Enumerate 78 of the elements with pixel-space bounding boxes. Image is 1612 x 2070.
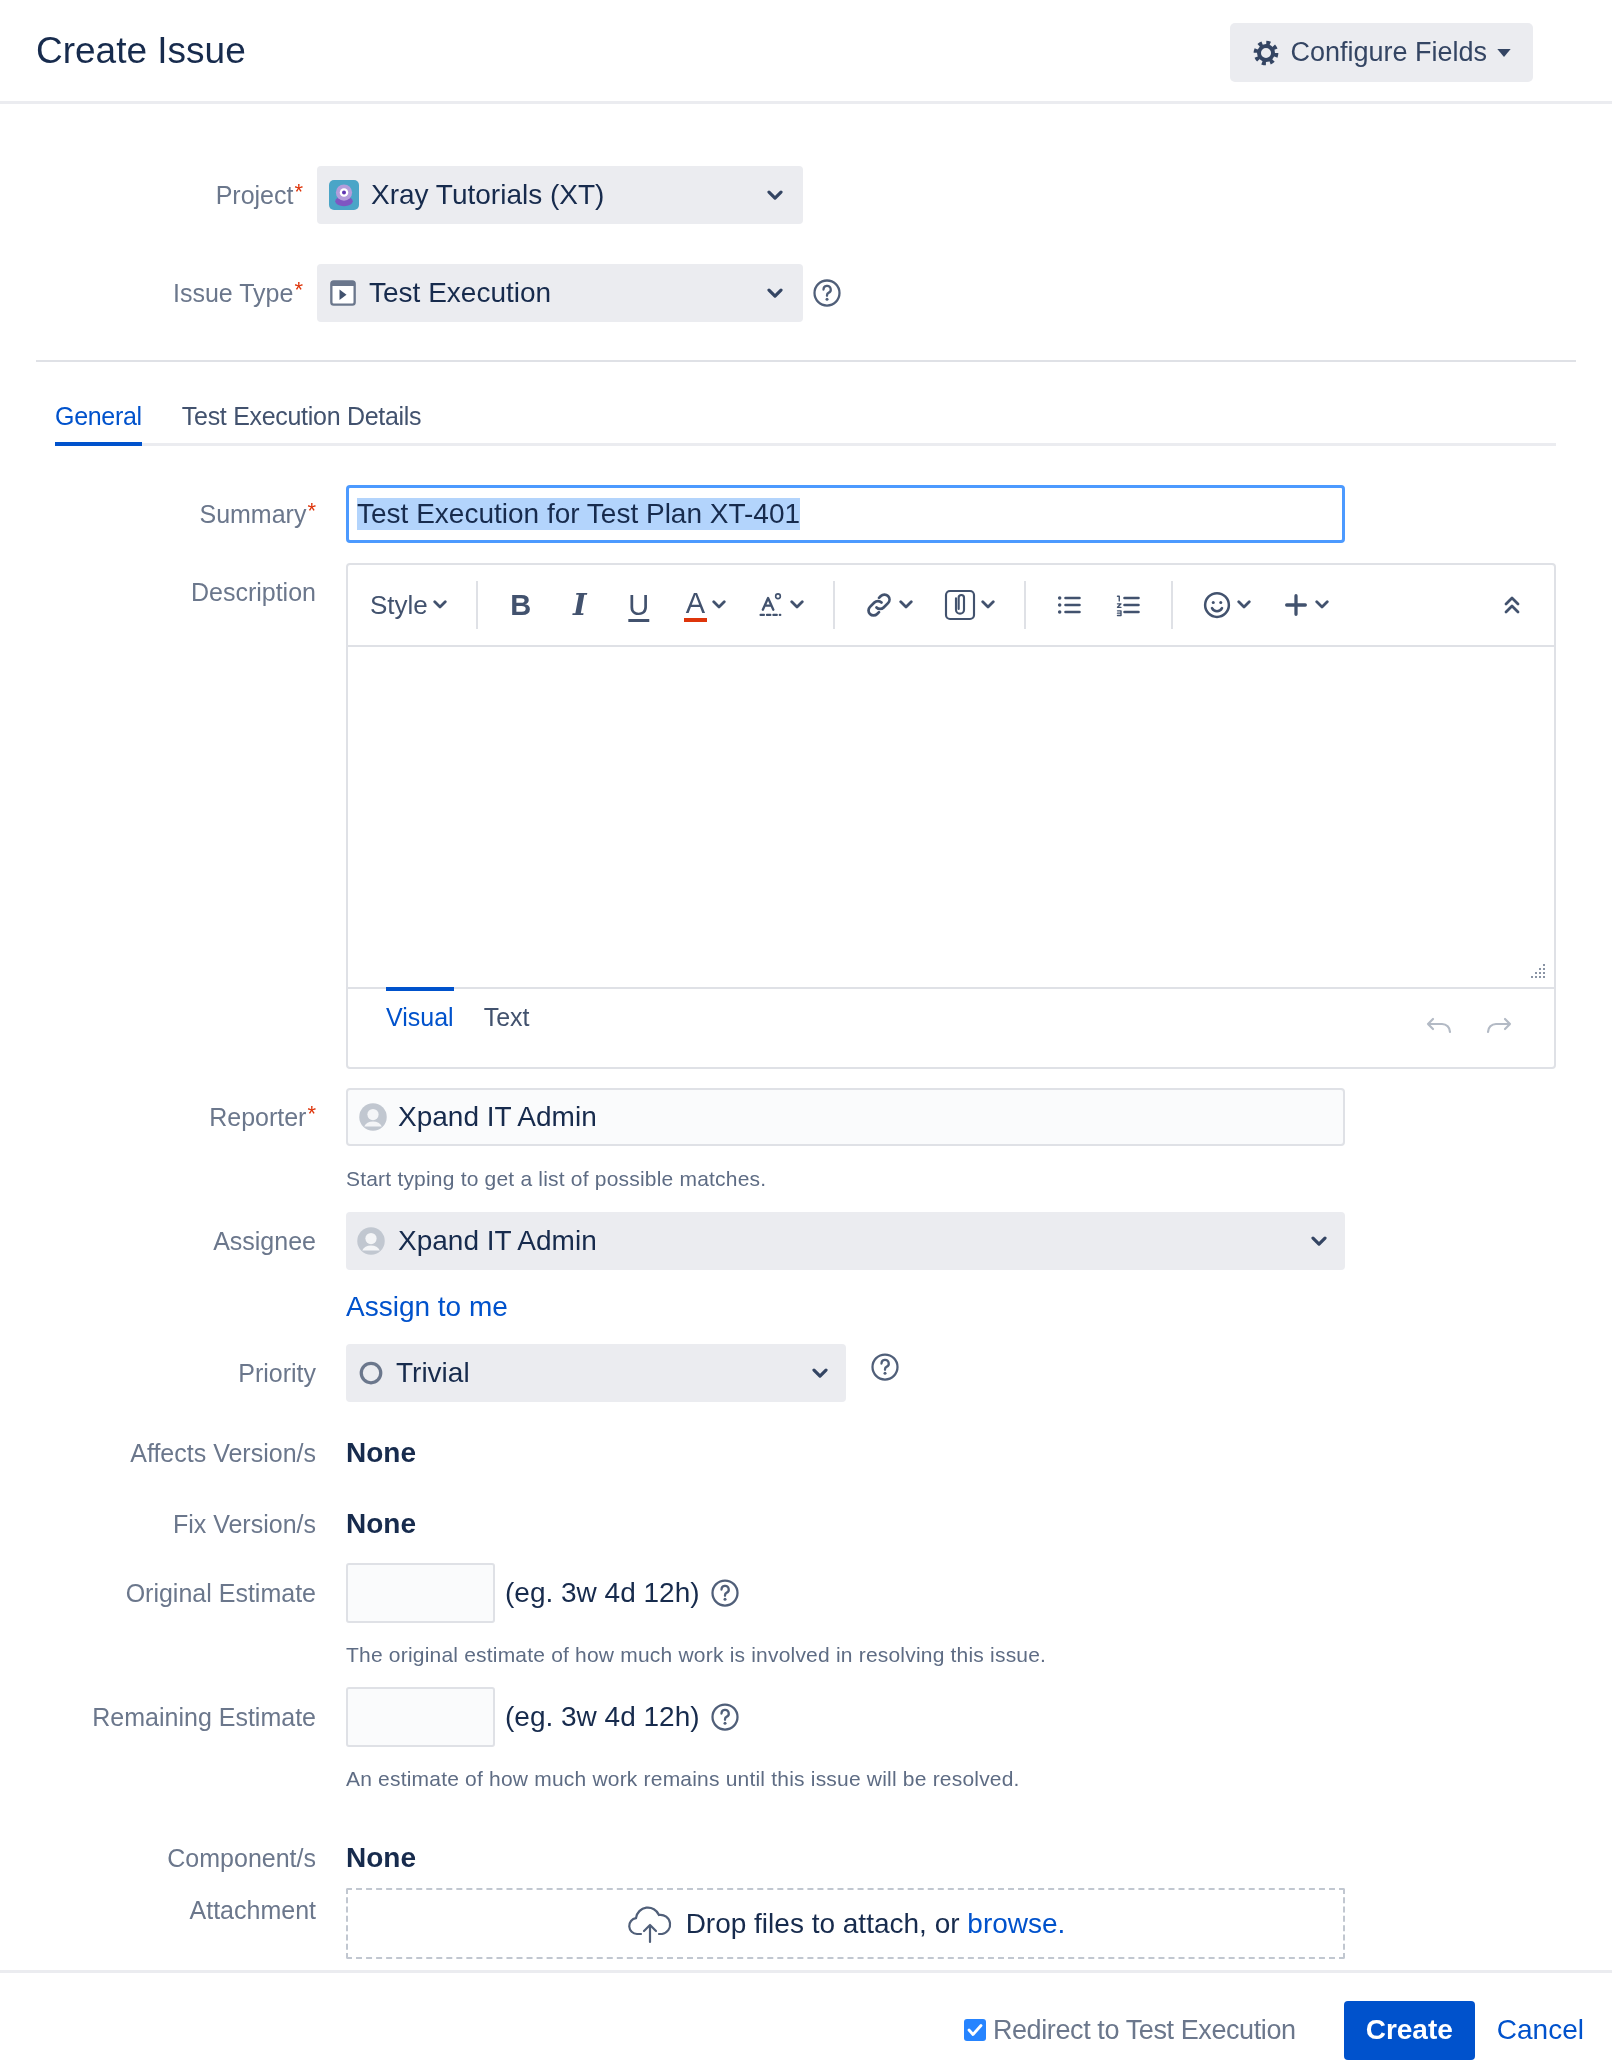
estimate-field[interactable]	[346, 1687, 495, 1747]
field-label: Description	[190, 577, 316, 607]
drop-zone[interactable]: Drop files to attach, or browse.	[346, 1888, 1345, 1959]
select-field[interactable]: Xray Tutorials (XT)	[317, 166, 803, 224]
format-example: (eg. 3w 4d 12h)	[505, 1701, 700, 1733]
tab[interactable]: Test Execution Details	[181, 402, 422, 446]
avatar-icon	[356, 1226, 386, 1256]
paperclip-icon	[944, 589, 977, 621]
required-mark: *	[307, 498, 316, 523]
chevron-down-icon	[1315, 600, 1330, 610]
field-value: None	[346, 1841, 417, 1875]
field-value: None	[346, 1507, 417, 1541]
help-icon[interactable]	[870, 1352, 900, 1382]
required-mark: *	[294, 179, 303, 205]
required-mark: *	[294, 277, 303, 303]
format-example: (eg. 3w 4d 12h)	[505, 1577, 700, 1609]
text-color-button[interactable]: A	[675, 581, 735, 629]
field-value: None	[346, 1436, 417, 1470]
chevron-down-icon	[981, 600, 996, 610]
field-label: Attachment	[189, 1895, 316, 1925]
field-label: Priority	[238, 1358, 316, 1388]
field-label: Fix Version/s	[172, 1509, 316, 1539]
circle-icon	[358, 1360, 384, 1386]
field-label: Summary	[199, 499, 307, 529]
select-field[interactable]: Test Execution	[317, 264, 803, 322]
field-label: Component/s	[167, 1843, 316, 1873]
field-hint: Start typing to get a list of possible matches.	[346, 1166, 768, 1192]
bold-button[interactable]: B	[498, 581, 543, 629]
italic-button[interactable]: I	[557, 581, 602, 629]
chevron-down-icon	[1311, 1235, 1327, 1247]
style-dropdown[interactable]: Style	[362, 581, 455, 629]
field-label: Assignee	[213, 1226, 316, 1256]
summary-field[interactable]: Test Execution for Test Plan XT-401	[346, 485, 1345, 543]
project-avatar-icon	[329, 180, 359, 210]
caret-down-icon	[1497, 48, 1511, 57]
help-icon[interactable]	[709, 1702, 740, 1732]
chevron-down-icon	[1237, 600, 1252, 610]
chevron-down-icon	[899, 600, 914, 610]
drop-hint: Drop files to attach, or browse.	[685, 1907, 1066, 1940]
avatar-icon	[358, 1102, 388, 1132]
configure-fields-button[interactable]: Configure Fields	[1230, 23, 1533, 82]
chevron-down-icon	[812, 1367, 828, 1379]
required-mark: *	[307, 1101, 316, 1127]
play-window-icon	[329, 279, 357, 307]
chevron-down-icon	[790, 600, 805, 610]
estimate-field[interactable]	[346, 1563, 495, 1623]
field-label: Project	[215, 180, 294, 210]
tab[interactable]: General	[55, 402, 142, 446]
editor-mode-tab[interactable]: Visual	[386, 987, 454, 1032]
chevron-down-icon	[432, 600, 447, 610]
select-field[interactable]: Trivial	[346, 1344, 846, 1402]
smiley-icon	[1202, 590, 1233, 620]
dialog-title: Create Issue	[36, 29, 246, 72]
field-hint: An estimate of how much work remains until this issue will be resolved.	[346, 1766, 1021, 1792]
help-icon[interactable]	[709, 1578, 740, 1608]
user-field[interactable]: Xpand IT Admin	[346, 1088, 1345, 1146]
resize-handle-icon	[1530, 963, 1546, 979]
create-button[interactable]: Create	[1343, 2000, 1475, 2060]
assign-to-me-link[interactable]: Assign to me	[346, 1290, 508, 1324]
field-label: Reporter	[209, 1102, 307, 1132]
chevron-down-icon	[712, 600, 727, 610]
upload-cloud-icon	[625, 1903, 674, 1944]
settings-icon	[1252, 38, 1281, 67]
field-label: Remaining Estimate	[92, 1702, 316, 1732]
user-select[interactable]: Xpand IT Admin	[346, 1212, 1345, 1270]
field-label: Issue Type	[173, 278, 294, 308]
field-label: Affects Version/s	[130, 1438, 316, 1468]
checkbox[interactable]	[962, 2018, 987, 2042]
chevron-down-icon	[767, 287, 783, 299]
browse-link[interactable]: browse.	[967, 1907, 1066, 1939]
checkbox-label: Redirect to Test Execution	[992, 2014, 1296, 2046]
editor-mode-tab[interactable]: Text	[483, 987, 530, 1032]
help-icon[interactable]	[812, 278, 842, 308]
cancel-link[interactable]: Cancel	[1496, 2014, 1584, 2046]
underline-button[interactable]: U	[616, 581, 661, 629]
field-label: Original Estimate	[125, 1578, 316, 1608]
field-hint: The original estimate of how much work is involved in resolving this issue.	[346, 1642, 1048, 1668]
chevron-down-icon	[767, 189, 783, 201]
